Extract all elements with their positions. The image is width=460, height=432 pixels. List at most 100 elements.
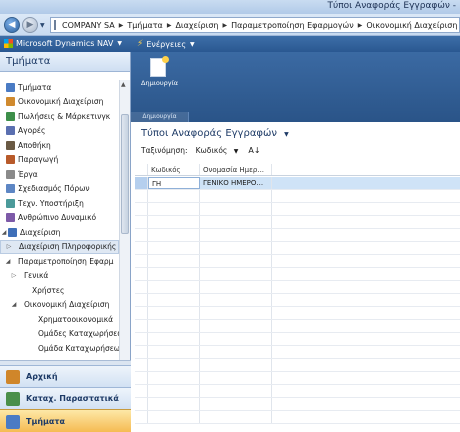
- tree-item-departments[interactable]: Τμήματα: [0, 80, 119, 95]
- scroll-thumb[interactable]: [121, 114, 129, 234]
- empty-cell: [200, 372, 272, 384]
- dynamics-logo-icon: [4, 39, 13, 48]
- empty-cell: [200, 398, 272, 410]
- empty-row: [135, 307, 460, 320]
- expand-triangle-icon[interactable]: ▷: [5, 243, 13, 250]
- back-button[interactable]: ◀: [4, 17, 20, 33]
- tree-item-label: Πωλήσεις & Μάρκετινγκ: [18, 111, 111, 121]
- tree-item-it-management[interactable]: ▷ Διαχείριση Πληροφορικής: [0, 239, 119, 254]
- tree-item-label: Παραμετροποίηση Εφαρμ: [18, 256, 114, 266]
- page-title[interactable]: Τύποι Αναφοράς Εγγραφών ▼: [141, 128, 289, 139]
- tree-item-application-setup[interactable]: ◢ Παραμετροποίηση Εφαρμ: [0, 254, 119, 269]
- crumb-company[interactable]: COMPANY SA: [59, 21, 118, 30]
- empty-cell: [272, 398, 460, 410]
- empty-cell: [148, 216, 200, 228]
- sort-direction-arrow: ↓: [253, 146, 261, 155]
- tree-item-sales-marketing[interactable]: Πωλήσεις & Μάρκετινγκ: [0, 109, 119, 124]
- empty-row: [135, 372, 460, 385]
- tree-item-warehouse[interactable]: Αποθήκη: [0, 138, 119, 153]
- empty-row: [135, 333, 460, 346]
- departments-button[interactable]: Τμήματα: [0, 409, 131, 432]
- tree-item-posting-groups[interactable]: Ομάδες Καταχωρήσεω: [0, 327, 119, 342]
- tree-item-jobs[interactable]: Έργα: [0, 167, 119, 182]
- collapse-triangle-icon[interactable]: ◢: [0, 229, 8, 236]
- chevron-down-icon: ▼: [284, 131, 289, 138]
- cell-filler: [272, 177, 460, 189]
- empty-cell: [148, 398, 200, 410]
- tree-item-setup-financial-management[interactable]: ◢ Οικονομική Διαχείριση: [0, 298, 119, 313]
- empty-cell: [272, 255, 460, 267]
- empty-row: [135, 216, 460, 229]
- tree-item-service[interactable]: Τεχν. Υποστήριξη: [0, 196, 119, 211]
- cell-code[interactable]: ΓΗ: [148, 177, 200, 189]
- tree-item-administration[interactable]: ◢ Διαχείριση: [0, 225, 119, 240]
- warehouse-icon: [6, 140, 15, 150]
- tree-item-posting-group[interactable]: Ομάδα Καταχωρήσεω: [0, 341, 119, 356]
- table-row[interactable]: ΓΗ ΓΕΝΙΚΟ ΗΜΕΡΟ...: [135, 177, 460, 190]
- expand-triangle-icon[interactable]: ▷: [10, 272, 18, 279]
- tree-item-manufacturing[interactable]: Παραγωγή: [0, 153, 119, 168]
- empty-cell: [148, 346, 200, 358]
- empty-cell: [200, 268, 272, 280]
- crumb-departments[interactable]: Τμήματα: [124, 21, 166, 30]
- posted-documents-button[interactable]: Καταχ. Παραστατικά: [0, 387, 131, 409]
- sort-bar: Ταξινόμηση: Κωδικός ▼ A↓: [141, 146, 261, 155]
- chevron-right-icon[interactable]: ▶: [166, 22, 173, 29]
- tree-item-financial-management[interactable]: Οικονομική Διαχείριση: [0, 95, 119, 110]
- row-marker-header: [135, 164, 148, 175]
- crumb-financial-management[interactable]: Οικονομική Διαχείριση: [363, 21, 459, 30]
- crumb-app-setup[interactable]: Παραμετροποίηση Εφαρμογών: [228, 21, 357, 30]
- column-header-journal-name[interactable]: Ονομασία Ημερ...: [200, 164, 272, 175]
- chevron-right-icon[interactable]: ▶: [221, 22, 228, 29]
- empty-cell: [272, 307, 460, 319]
- window-title: Τύποι Αναφοράς Εγγραφών -: [327, 1, 456, 11]
- collapse-triangle-icon[interactable]: ◢: [4, 258, 12, 265]
- chevron-down-icon: ▼: [190, 40, 195, 48]
- collapse-triangle-icon[interactable]: ◢: [10, 301, 18, 308]
- scroll-up-arrow-icon[interactable]: ▲: [121, 81, 126, 88]
- empty-cell: [272, 216, 460, 228]
- history-dropdown-icon[interactable]: ▼: [40, 22, 45, 29]
- empty-cell: [272, 281, 460, 293]
- chevron-right-icon[interactable]: ▶: [118, 22, 125, 29]
- tree-item-purchasing[interactable]: Αγορές: [0, 124, 119, 139]
- empty-cell: [272, 333, 460, 345]
- departments-icon: [6, 414, 20, 429]
- empty-row: [135, 359, 460, 372]
- tree-item-label: Διαχείριση: [20, 227, 61, 237]
- address-bar: ◀ ▶ ▼ COMPANY SA ▶ Τμήματα ▶ Διαχείριση …: [0, 14, 460, 36]
- actions-menu[interactable]: ⚡ Ενέργειες ▼: [137, 39, 195, 49]
- empty-cell: [135, 359, 148, 371]
- sort-field-dropdown[interactable]: Κωδικός ▼: [196, 146, 239, 155]
- empty-row: [135, 203, 460, 216]
- empty-cell: [135, 242, 148, 254]
- empty-cell: [135, 320, 148, 332]
- cell-journal-name[interactable]: ΓΕΝΙΚΟ ΗΜΕΡΟ...: [200, 177, 272, 189]
- chevron-right-icon[interactable]: ▶: [357, 22, 364, 29]
- empty-row: [135, 294, 460, 307]
- empty-row: [135, 255, 460, 268]
- tree-item-financials[interactable]: Χρηματοοικονομικά: [0, 312, 119, 327]
- empty-cell: [200, 203, 272, 215]
- empty-row: [135, 268, 460, 281]
- crumb-administration[interactable]: Διαχείριση: [172, 21, 221, 30]
- tree-item-human-resources[interactable]: Ανθρώπινο Δυναμικό: [0, 211, 119, 226]
- sort-direction-button[interactable]: A↓: [248, 146, 260, 155]
- column-header-code[interactable]: Κωδικός: [148, 164, 200, 175]
- home-button[interactable]: Αρχική: [0, 365, 131, 387]
- empty-cell: [200, 229, 272, 241]
- empty-cell: [200, 346, 272, 358]
- app-menu-label: Microsoft Dynamics NAV: [16, 39, 114, 48]
- title-bar: Τύποι Αναφοράς Εγγραφών -: [0, 0, 460, 14]
- tree-item-users[interactable]: Χρήστες: [0, 283, 119, 298]
- tree-item-general[interactable]: ▷ Γενικά: [0, 269, 119, 284]
- empty-cell: [148, 294, 200, 306]
- records-grid: Κωδικός Ονομασία Ημερ... ΓΗ ΓΕΝΙΚΟ ΗΜΕΡΟ…: [135, 164, 460, 432]
- empty-cell: [200, 255, 272, 267]
- new-button[interactable]: Δημιουργία: [141, 56, 178, 87]
- forward-button[interactable]: ▶: [22, 17, 38, 33]
- ribbon-group-label: Δημιουργία: [131, 112, 189, 122]
- empty-row: [135, 411, 460, 424]
- tree-item-resource-planning[interactable]: Σχεδιασμός Πόρων: [0, 182, 119, 197]
- app-menu[interactable]: Microsoft Dynamics NAV ▼: [4, 39, 122, 48]
